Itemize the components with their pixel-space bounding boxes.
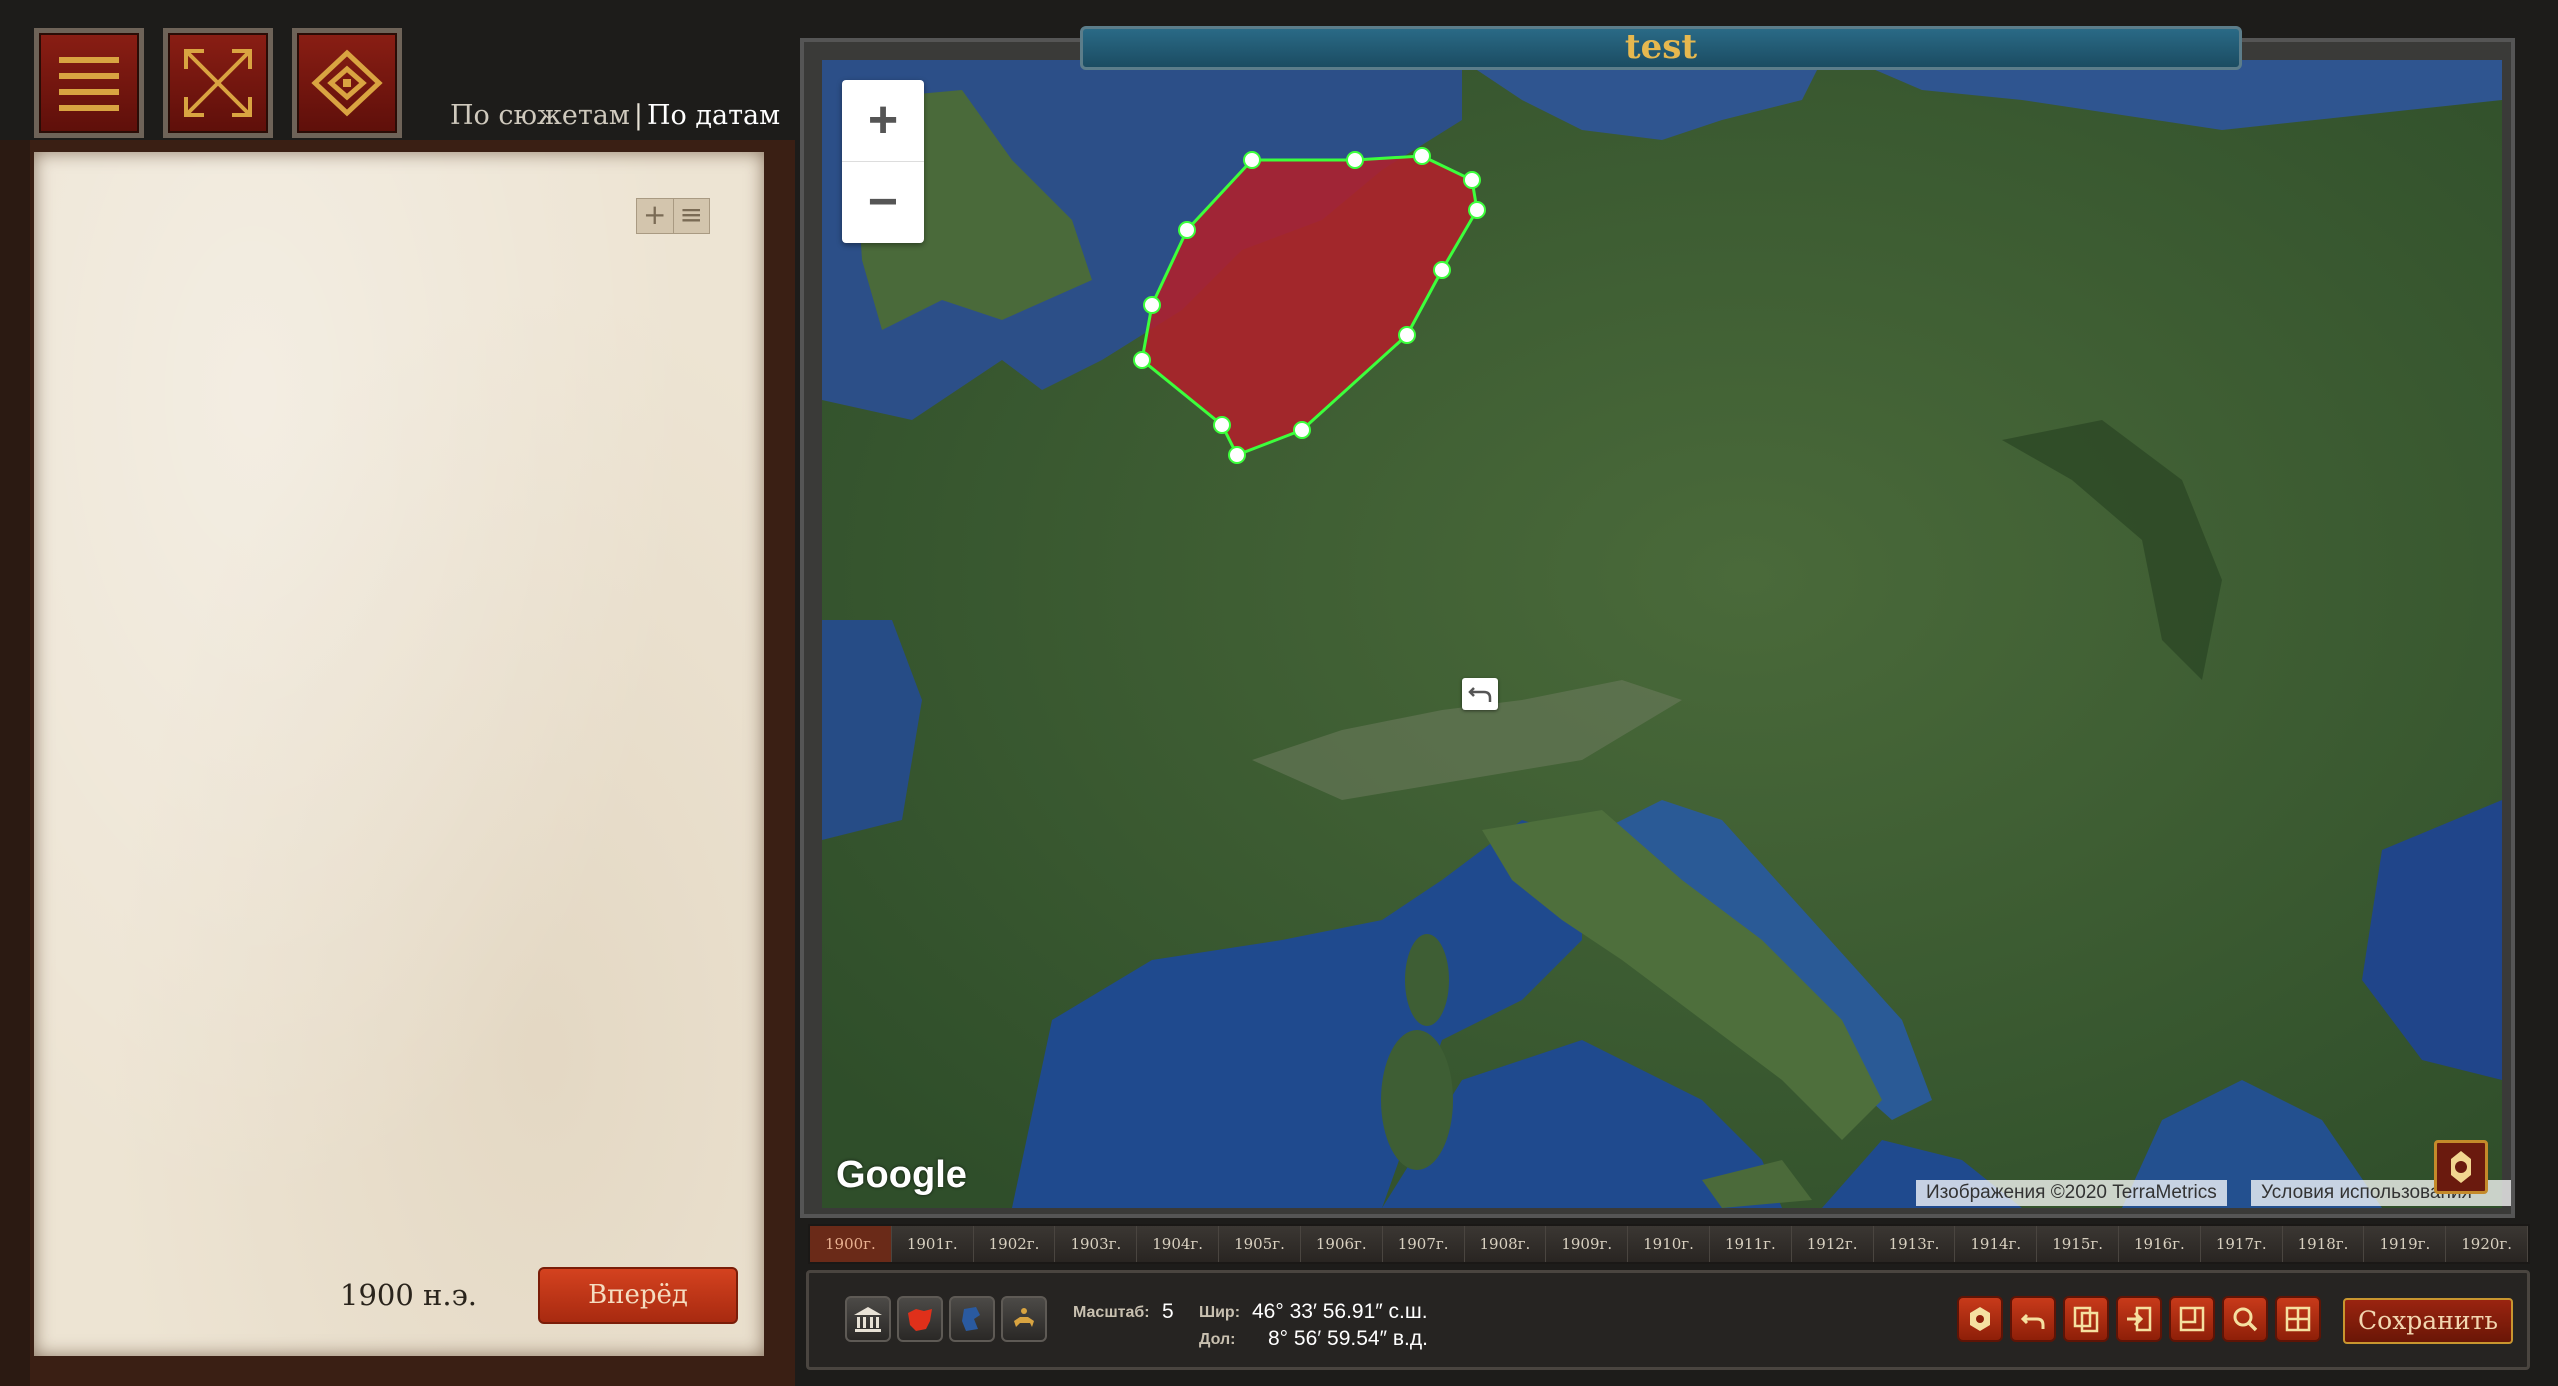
timeline-year[interactable]: 1912г.: [1791, 1226, 1874, 1262]
timeline-year[interactable]: 1903г.: [1055, 1226, 1138, 1262]
search-icon: [2233, 1307, 2258, 1332]
google-logo: Google: [836, 1154, 967, 1196]
frame-button[interactable]: [2169, 1296, 2215, 1342]
timeline-year[interactable]: 1904г.: [1137, 1226, 1220, 1262]
longitude-label: Дол:: [1199, 1331, 1236, 1348]
territory-button[interactable]: [897, 1296, 943, 1342]
import-icon: [2127, 1306, 2152, 1332]
map-layer-button[interactable]: [949, 1296, 995, 1342]
timeline-year[interactable]: 1909г.: [1546, 1226, 1629, 1262]
copy-button[interactable]: [2063, 1296, 2109, 1342]
timeline-year[interactable]: 1919г.: [2364, 1226, 2447, 1262]
by-plots-link[interactable]: По сюжетам: [450, 100, 630, 131]
timeline-year[interactable]: 1915г.: [2037, 1226, 2119, 1262]
grid-icon: [2285, 1306, 2311, 1332]
map-attribution: Изображения ©2020 TerraMetrics: [1916, 1180, 2227, 1206]
eye-icon: [311, 49, 383, 117]
target-icon: [2451, 1151, 2471, 1183]
timeline-year[interactable]: 1905г.: [1219, 1226, 1301, 1262]
rider-button[interactable]: [1001, 1296, 1047, 1342]
museum-button[interactable]: [845, 1296, 891, 1342]
search-button[interactable]: [2222, 1296, 2268, 1342]
timeline-year[interactable]: 1907г.: [1382, 1226, 1465, 1262]
map-settings-button[interactable]: [2434, 1140, 2488, 1194]
map-canvas[interactable]: [822, 60, 2502, 1208]
scale-label: Масштаб:: [1073, 1304, 1150, 1321]
timeline-year[interactable]: 1900г.: [810, 1226, 892, 1262]
polygon-vertices[interactable]: [822, 60, 2502, 1208]
timeline-year[interactable]: 1911г.: [1709, 1226, 1792, 1262]
map-title-bar: test: [1080, 26, 2242, 70]
timeline-year[interactable]: 1918г.: [2282, 1226, 2365, 1262]
zoom-in-button[interactable]: +: [842, 80, 924, 162]
undo-icon: [2020, 1313, 2045, 1329]
import-button[interactable]: [2116, 1296, 2162, 1342]
timeline-year[interactable]: 1913г.: [1873, 1226, 1956, 1262]
scale-value: 5: [1162, 1300, 1174, 1323]
current-date-label: 1900 н.э.: [340, 1278, 478, 1312]
parchment-panel: [34, 152, 764, 1356]
undo-vertex-button[interactable]: [1462, 678, 1498, 710]
frame-icon: [2179, 1306, 2205, 1332]
view-mode-links: По сюжетам | По датам: [450, 100, 780, 131]
museum-icon: [854, 1307, 882, 1332]
by-dates-link[interactable]: По датам: [647, 100, 780, 131]
view-links-separator: |: [633, 100, 643, 131]
view-toggle-button[interactable]: [292, 28, 402, 138]
year-timeline: 1900г. 1901г. 1902г. 1903г. 1904г. 1905г…: [808, 1224, 2530, 1264]
zoom-out-button[interactable]: −: [842, 162, 924, 243]
grid-button[interactable]: [2275, 1296, 2321, 1342]
undo-icon: [1468, 687, 1492, 702]
timeline-year[interactable]: 1908г.: [1464, 1226, 1547, 1262]
next-button[interactable]: Вперёд: [538, 1267, 738, 1324]
timeline-year[interactable]: 1906г.: [1300, 1226, 1383, 1262]
target-icon: [1970, 1307, 1990, 1331]
fullscreen-icon: [184, 49, 252, 117]
timeline-year[interactable]: 1917г.: [2200, 1226, 2283, 1262]
timeline-year[interactable]: 1916г.: [2119, 1226, 2201, 1262]
timeline-year[interactable]: 1914г.: [1955, 1226, 2038, 1262]
timeline-year[interactable]: 1901г.: [891, 1226, 974, 1262]
latitude-value: 46° 33′ 56.91″ с.ш.: [1252, 1300, 1428, 1323]
timeline-year[interactable]: 1910г.: [1628, 1226, 1710, 1262]
fullscreen-button[interactable]: [163, 28, 273, 138]
add-icon[interactable]: +: [637, 199, 674, 233]
save-button[interactable]: Сохранить: [2343, 1298, 2513, 1344]
menu-icon: [59, 57, 119, 111]
longitude-value: 8° 56′ 59.54″ в.д.: [1268, 1327, 1428, 1350]
timeline-year[interactable]: 1920г.: [2446, 1226, 2529, 1262]
territory-icon: [908, 1309, 932, 1331]
latitude-label: Шир:: [1199, 1304, 1241, 1321]
panel-tools: + ≡: [636, 198, 710, 234]
list-icon[interactable]: ≡: [674, 199, 710, 233]
timeline-year[interactable]: 1902г.: [973, 1226, 1056, 1262]
rider-icon: [1014, 1308, 1034, 1327]
zoom-controls: + −: [842, 80, 924, 243]
copy-icon: [2073, 1306, 2099, 1333]
bottom-toolbar: [806, 1270, 2530, 1370]
map-icon: [962, 1307, 980, 1331]
menu-button[interactable]: [34, 28, 144, 138]
undo-button[interactable]: [2010, 1296, 2056, 1342]
target-button[interactable]: [1957, 1296, 2003, 1342]
